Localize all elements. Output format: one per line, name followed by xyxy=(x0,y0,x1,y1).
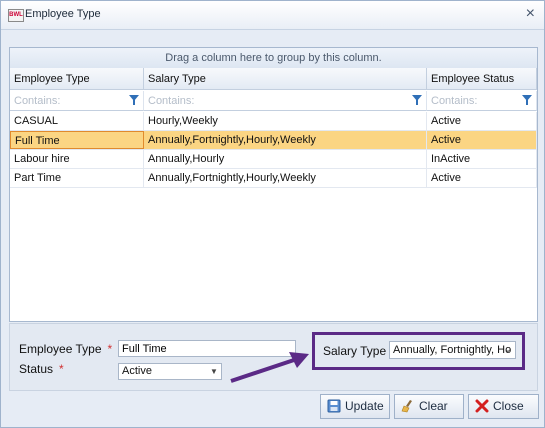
status-label: Status * xyxy=(19,362,64,376)
chevron-down-icon[interactable]: ▼ xyxy=(207,364,221,379)
cell-salary-type[interactable]: Annually,Fortnightly,Hourly,Weekly xyxy=(144,131,427,149)
close-icon xyxy=(475,399,489,413)
table-row[interactable]: Part Time Annually,Fortnightly,Hourly,We… xyxy=(10,169,537,188)
cell-salary-type[interactable]: Annually,Hourly xyxy=(144,150,427,168)
required-marker: * xyxy=(107,342,113,356)
column-header-employee-status[interactable]: Employee Status xyxy=(427,68,537,90)
filter-icon[interactable] xyxy=(522,95,532,105)
clear-button[interactable]: Clear xyxy=(394,394,464,419)
column-header-salary-type[interactable]: Salary Type xyxy=(144,68,427,90)
app-logo-icon: BWL xyxy=(8,9,24,22)
close-button-label: Close xyxy=(493,399,524,413)
update-button[interactable]: Update xyxy=(320,394,390,419)
status-label-text: Status xyxy=(19,362,54,376)
cell-employee-status[interactable]: Active xyxy=(427,169,537,187)
filter-salary-type[interactable]: Contains: xyxy=(144,91,427,111)
cell-employee-type[interactable]: Labour hire xyxy=(10,150,144,168)
salary-type-label: Salary Type xyxy=(323,344,387,358)
cell-employee-type[interactable]: Part Time xyxy=(10,169,144,187)
table-row[interactable]: Labour hire Annually,Hourly InActive xyxy=(10,150,537,169)
filter-icon[interactable] xyxy=(129,95,139,105)
status-select-value: Active xyxy=(122,365,152,377)
salary-type-select[interactable]: Annually, Fortnightly, Ho ⌄ xyxy=(389,341,516,359)
filter-placeholder: Contains: xyxy=(431,95,478,107)
broom-icon xyxy=(401,400,412,413)
required-marker: * xyxy=(59,362,64,376)
cell-employee-status[interactable]: Active xyxy=(427,112,537,130)
cell-salary-type[interactable]: Hourly,Weekly xyxy=(144,112,427,130)
cell-employee-type[interactable]: CASUAL xyxy=(10,112,144,130)
filter-icon[interactable] xyxy=(412,95,422,105)
cell-employee-status[interactable]: Active xyxy=(427,131,537,149)
update-button-label: Update xyxy=(345,399,384,413)
table-row[interactable]: CASUAL Hourly,Weekly Active xyxy=(10,112,537,131)
window-title: Employee Type xyxy=(25,8,101,20)
filter-employee-status[interactable]: Contains: xyxy=(427,91,537,111)
save-icon xyxy=(327,399,341,413)
chevron-down-icon[interactable]: ⌄ xyxy=(501,342,515,358)
group-by-panel[interactable]: Drag a column here to group by this colu… xyxy=(10,48,537,69)
employee-type-window: BWL Employee Type × Drag a column here t… xyxy=(0,0,545,428)
pointer-arrow-icon xyxy=(230,352,309,383)
employee-type-label: Employee Type * xyxy=(19,342,112,356)
cell-employee-type[interactable]: Full Time xyxy=(10,131,144,149)
clear-button-label: Clear xyxy=(419,399,448,413)
cell-salary-type[interactable]: Annually,Fortnightly,Hourly,Weekly xyxy=(144,169,427,187)
column-header-employee-type[interactable]: Employee Type xyxy=(10,68,144,90)
close-button[interactable]: Close xyxy=(468,394,539,419)
status-select[interactable]: Active ▼ xyxy=(118,363,222,380)
employee-type-grid: Drag a column here to group by this colu… xyxy=(9,47,538,322)
filter-placeholder: Contains: xyxy=(148,95,195,107)
close-window-icon[interactable]: × xyxy=(526,5,535,23)
cell-employee-status[interactable]: InActive xyxy=(427,150,537,168)
salary-type-select-value: Annually, Fortnightly, Ho xyxy=(393,344,512,356)
employee-type-label-text: Employee Type xyxy=(19,342,102,356)
filter-employee-type[interactable]: Contains: xyxy=(10,91,144,111)
title-bar: BWL Employee Type × xyxy=(1,1,544,30)
filter-placeholder: Contains: xyxy=(14,95,61,107)
table-row-selected[interactable]: Full Time Annually,Fortnightly,Hourly,We… xyxy=(10,131,537,150)
